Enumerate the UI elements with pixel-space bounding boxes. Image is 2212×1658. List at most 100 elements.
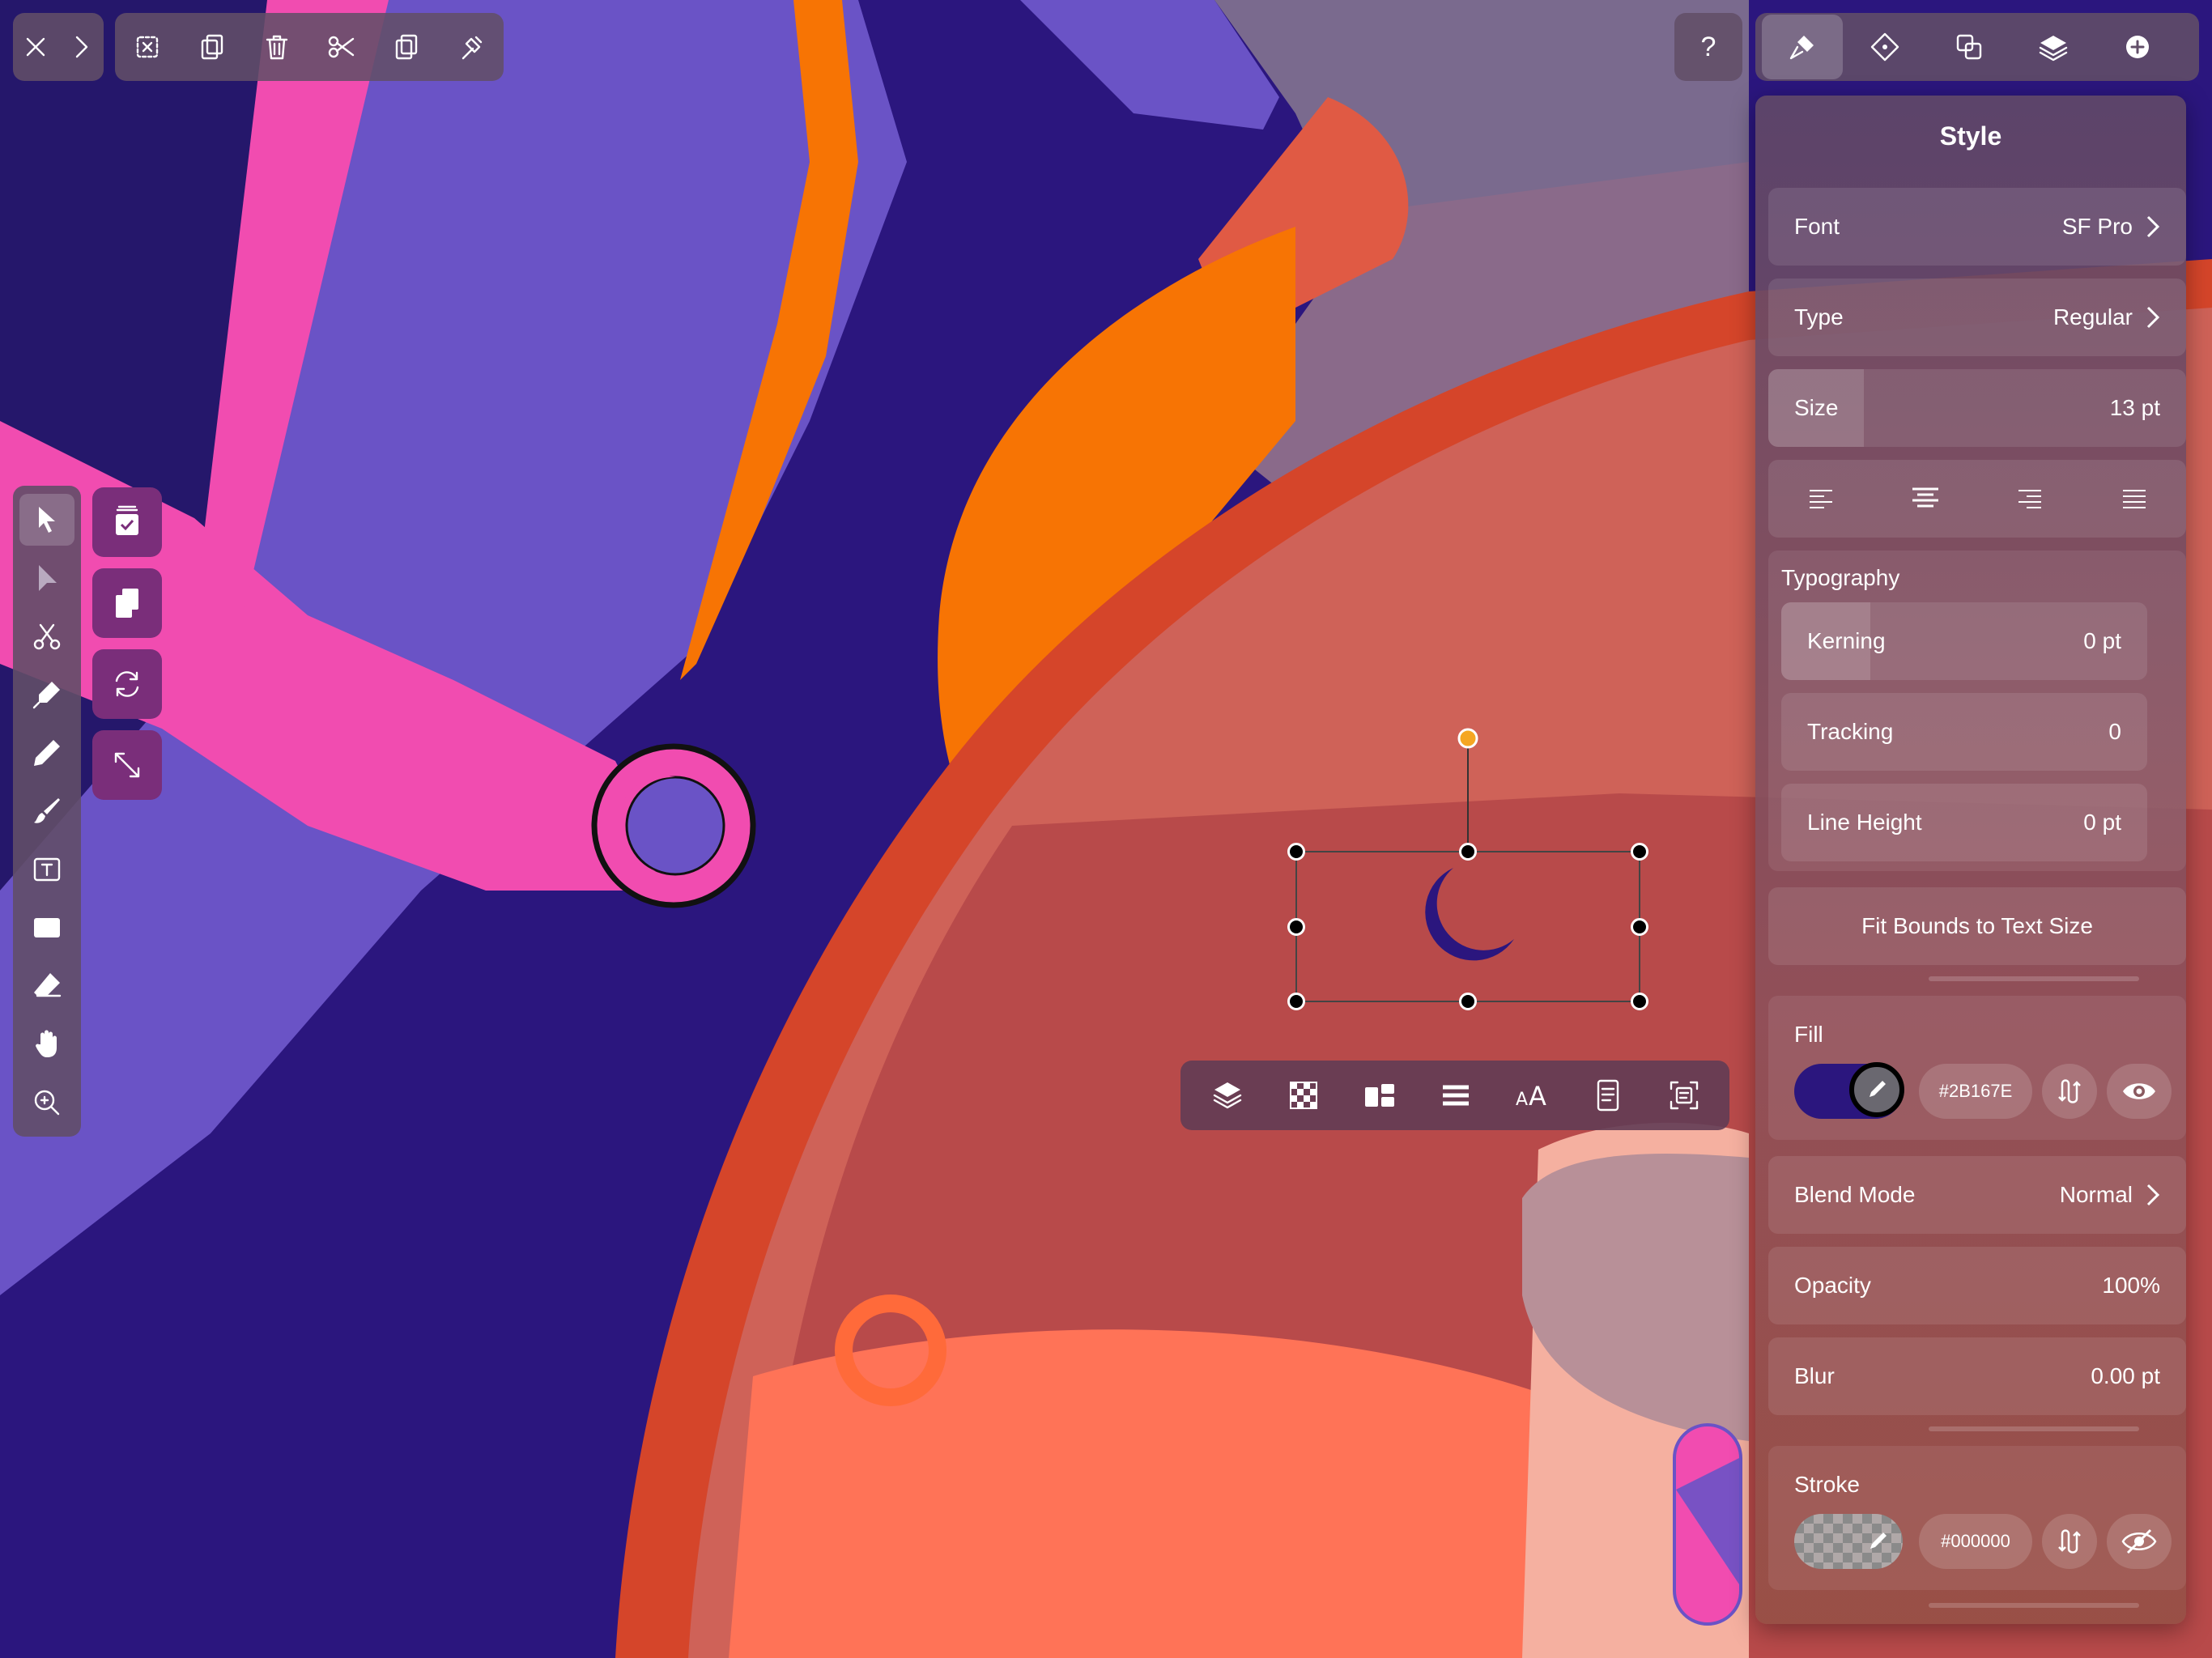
stroke-color-swatch[interactable]	[1794, 1514, 1903, 1569]
resize-handle-br[interactable]	[1631, 993, 1648, 1010]
align-right-icon[interactable]	[2014, 483, 2046, 515]
forward-button[interactable]	[58, 15, 104, 79]
blend-mode-value: Normal	[2059, 1182, 2133, 1207]
paste-style-button[interactable]	[439, 15, 504, 79]
pen-tool[interactable]	[19, 669, 74, 721]
fill-visibility-toggle[interactable]	[2107, 1064, 2172, 1119]
rectangle-icon	[34, 918, 60, 937]
text-tool[interactable]	[19, 844, 74, 895]
fill-gradient-button[interactable]	[2042, 1064, 2097, 1119]
opacity-value: 100%	[2102, 1273, 2160, 1298]
scissors-icon	[328, 36, 355, 58]
align-left-icon[interactable]	[1805, 483, 1837, 515]
type-row[interactable]: Type Regular	[1768, 278, 2186, 356]
stroke-label: Stroke	[1794, 1472, 1860, 1497]
stroke-visibility-toggle[interactable]	[2107, 1514, 2172, 1569]
context-fit-frame-button[interactable]	[1647, 1061, 1721, 1130]
kerning-label: Kerning	[1807, 628, 1886, 653]
cut-button[interactable]	[309, 15, 374, 79]
duplicate-icon	[201, 34, 223, 60]
brush-tool[interactable]	[19, 785, 74, 837]
direct-select-tool[interactable]	[19, 552, 74, 604]
help-button[interactable]: ?	[1674, 15, 1742, 79]
context-layers-button[interactable]	[1190, 1061, 1265, 1130]
tracking-slider[interactable]: Tracking 0	[1781, 693, 2147, 771]
stroke-gradient-button[interactable]	[2042, 1514, 2097, 1569]
checker-icon	[1290, 1082, 1317, 1109]
stroke-hex-field[interactable]: #000000	[1919, 1514, 2032, 1569]
resize-button[interactable]	[92, 730, 162, 800]
copy-button[interactable]	[374, 15, 439, 79]
deselect-button[interactable]	[115, 15, 180, 79]
blur-slider[interactable]: Blur 0.00 pt	[1768, 1337, 2186, 1415]
size-value: 13 pt	[2109, 395, 2160, 420]
duplicate-button[interactable]	[180, 15, 245, 79]
rectangle-tool[interactable]	[19, 902, 74, 954]
arrange-icon	[1365, 1084, 1394, 1107]
pencil-tool[interactable]	[19, 727, 74, 779]
layers-icon	[1213, 1082, 1242, 1109]
plus-circle-icon	[2126, 36, 2149, 58]
menu-icon	[1443, 1085, 1469, 1106]
tool-strip	[13, 486, 81, 1137]
context-transparency-button[interactable]	[1266, 1061, 1341, 1130]
resize-handle-bc[interactable]	[1459, 993, 1477, 1010]
copy-icon	[395, 34, 418, 60]
tab-add[interactable]	[2095, 15, 2180, 79]
fill-label: Fill	[1794, 1022, 1823, 1047]
diamond-icon	[1870, 32, 1899, 62]
close-button[interactable]	[13, 15, 58, 79]
kerning-slider[interactable]: Kerning 0 pt	[1781, 602, 2147, 680]
duplicate-icon	[116, 589, 138, 618]
typography-section: Typography Kerning 0 pt Tracking 0 Line …	[1768, 551, 2186, 871]
resize-handle-mr[interactable]	[1631, 918, 1648, 936]
nav-toolbar	[13, 13, 104, 81]
resize-handle-tl[interactable]	[1287, 843, 1305, 861]
resize-handle-bl[interactable]	[1287, 993, 1305, 1010]
help-toolbar: ?	[1674, 13, 1742, 81]
layers-icon	[2039, 36, 2068, 62]
line-height-slider[interactable]: Line Height 0 pt	[1781, 784, 2147, 861]
opacity-slider[interactable]: Opacity 100%	[1768, 1247, 2186, 1324]
select-all-button[interactable]	[92, 487, 162, 557]
tab-layers[interactable]	[2011, 15, 2095, 79]
eraser-tool[interactable]	[19, 960, 74, 1012]
select-tool[interactable]	[19, 494, 74, 546]
duplicate-quick-button[interactable]	[92, 568, 162, 638]
fit-bounds-button[interactable]: Fit Bounds to Text Size	[1768, 887, 2186, 965]
fill-eyedropper-button[interactable]	[1849, 1062, 1904, 1117]
size-slider[interactable]: Size 13 pt	[1768, 369, 2186, 447]
zoom-tool[interactable]	[19, 1077, 74, 1129]
select-arrow-icon	[39, 507, 55, 533]
context-text-size-button[interactable]: AA	[1495, 1061, 1569, 1130]
hand-tool[interactable]	[19, 1018, 74, 1070]
edit-toolbar	[115, 13, 504, 81]
scissors-tool[interactable]	[19, 610, 74, 662]
context-document-button[interactable]	[1571, 1061, 1645, 1130]
kerning-value: 0 pt	[2083, 628, 2121, 653]
deselect-icon	[136, 36, 159, 58]
context-arrange-button[interactable]	[1342, 1061, 1417, 1130]
context-menu-button[interactable]	[1419, 1061, 1493, 1130]
font-row[interactable]: Font SF Pro	[1768, 188, 2186, 266]
gradient-swap-icon	[2058, 1529, 2081, 1554]
resize-handle-tr[interactable]	[1631, 843, 1648, 861]
tab-boolean[interactable]	[1927, 15, 2011, 79]
fit-bounds-label: Fit Bounds to Text Size	[1861, 913, 2093, 938]
fill-hex-field[interactable]: #2B167E	[1919, 1064, 2032, 1119]
chevron-right-icon	[2146, 306, 2160, 329]
divider	[1929, 976, 2139, 981]
delete-button[interactable]	[245, 15, 309, 79]
resize-handle-tc[interactable]	[1459, 843, 1477, 861]
tab-style[interactable]	[1762, 15, 1843, 79]
rotate-button[interactable]	[92, 649, 162, 719]
blend-mode-row[interactable]: Blend Mode Normal	[1768, 1156, 2186, 1234]
boolean-icon	[1956, 34, 1982, 60]
align-justify-icon[interactable]	[2118, 483, 2150, 515]
align-center-icon[interactable]	[1909, 483, 1942, 515]
resize-handle-ml[interactable]	[1287, 918, 1305, 936]
tab-geometry[interactable]	[1843, 15, 1927, 79]
gradient-swap-icon	[2058, 1079, 2081, 1103]
panel-tabs	[1755, 13, 2199, 81]
divider	[1929, 1426, 2139, 1431]
